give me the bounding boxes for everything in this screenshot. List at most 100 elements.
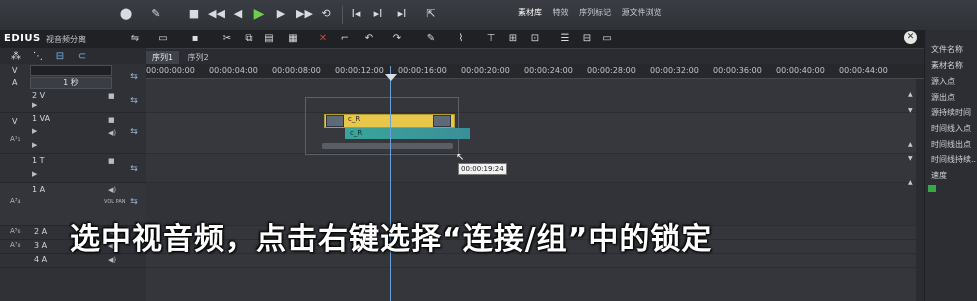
playhead-handle-icon[interactable] — [385, 74, 397, 81]
ruler-tick: 00:00:28:00 — [587, 66, 636, 75]
ruler-tick: 00:00:12:00 — [335, 66, 384, 75]
info-timeline-out: 时间线出点 — [931, 140, 971, 149]
ripple-icon[interactable]: ⌇ — [455, 32, 467, 46]
a-side-label: A¹₁ — [10, 135, 21, 143]
export-icon[interactable]: ⇱ — [423, 6, 439, 22]
swap-icon[interactable]: ⇆ — [127, 127, 141, 137]
next-frame-icon[interactable]: ▶ — [273, 6, 289, 22]
playhead-line[interactable] — [390, 66, 391, 301]
expand-icon[interactable]: ▶ — [32, 141, 37, 149]
clip-info-panel: 文件名称 素材名称 源入点 源出点 源持续时间 时间线入点 时间线出点 时间线持… — [924, 30, 977, 301]
drag-ghost — [322, 143, 453, 149]
undo-icon[interactable]: ↶ — [363, 32, 375, 46]
speaker-icon[interactable]: ◀) — [108, 129, 116, 137]
track-header-1va[interactable]: V 1 VA A¹₁ ▶ ▶ ■ ◀) ⇆ — [0, 113, 146, 154]
play-icon[interactable]: ▶ — [251, 6, 267, 22]
ruler-tick: 00:00:00:00 — [146, 66, 195, 75]
track-header-2v[interactable]: 2 V ▶ ■ ⇆ — [0, 90, 146, 113]
scroll-up-icon[interactable]: ▲ — [908, 141, 913, 148]
fast-forward-icon[interactable]: ▶▶ — [296, 6, 313, 22]
v-side-label: V — [12, 117, 18, 126]
rewind-icon[interactable]: ◀◀ — [208, 6, 225, 22]
track-label: 1 A — [32, 185, 46, 194]
expand-icon[interactable]: ▶ — [32, 170, 37, 178]
timescale-select[interactable]: 1 秒 — [30, 77, 112, 89]
close-icon[interactable]: ✕ — [904, 31, 917, 44]
link-mode-icon[interactable]: ⊟ — [54, 50, 66, 64]
pen-tool-icon[interactable]: ✎ — [425, 32, 437, 46]
insert-icon[interactable]: ▸I — [394, 6, 410, 22]
scroll-up-icon[interactable]: ▲ — [908, 179, 913, 186]
expand-icon[interactable]: ▶ — [32, 127, 37, 135]
redo-icon[interactable]: ↷ — [391, 32, 403, 46]
copy-icon[interactable]: ⧉ — [243, 32, 255, 46]
visibility-icon[interactable]: ■ — [108, 157, 115, 165]
audio-clip[interactable] — [345, 128, 470, 139]
tab-source-browser[interactable]: 源文件浏览 — [622, 8, 662, 17]
expand-icon[interactable]: ▶ — [32, 101, 37, 109]
scroll-up-icon[interactable]: ▲ — [908, 91, 913, 98]
app-title: EDIUS — [4, 33, 41, 44]
vertical-scrollbar[interactable]: ▲ ▼ ▲ ▼ ▲ — [908, 79, 916, 301]
speaker-icon[interactable]: ◀) — [108, 186, 116, 194]
a-channel-label: A — [12, 78, 18, 87]
set-in-icon[interactable]: I◂ — [348, 6, 364, 22]
delete-icon[interactable]: ✕ — [317, 32, 329, 46]
tab-effects[interactable]: 特效 — [553, 8, 569, 17]
marker-icon[interactable]: ⬤ — [118, 6, 134, 22]
swap-icon[interactable]: ⇆ — [127, 197, 141, 207]
set-out-icon[interactable]: ▸I — [370, 6, 386, 22]
pen-icon[interactable]: ✎ — [148, 6, 164, 22]
window-subtitle: 视音频分离 — [46, 35, 86, 44]
lane-1t[interactable] — [146, 154, 916, 183]
prev-frame-icon[interactable]: ◀ — [230, 6, 246, 22]
cut-icon[interactable]: ✂ — [221, 32, 233, 46]
tab-bin[interactable]: 素材库 — [518, 8, 542, 17]
info-clip-name: 素材名称 — [931, 61, 963, 70]
status-indicator — [928, 185, 936, 192]
open-folder-icon[interactable]: ▭ — [157, 32, 169, 46]
clip-settings-icon[interactable]: ⊡ — [529, 32, 541, 46]
track-label: 2 V — [32, 91, 46, 100]
trim-icon[interactable]: ⊤ — [485, 32, 497, 46]
render-icon[interactable]: ▭ — [601, 32, 613, 46]
visibility-icon[interactable]: ■ — [108, 92, 115, 100]
info-timeline-in: 时间线入点 — [931, 124, 971, 133]
group-mode-icon[interactable]: ⊂ — [76, 50, 88, 64]
ruler-tick: 00:00:24:00 — [524, 66, 573, 75]
save-icon[interactable]: ▪ — [189, 32, 201, 46]
bracket-icon[interactable]: ⌐ — [339, 32, 351, 46]
ruler-tick: 00:00:36:00 — [713, 66, 762, 75]
sync-icon[interactable]: ⁂ — [10, 50, 22, 64]
mode-icon[interactable]: ⇋ — [129, 32, 141, 46]
track-header-1t[interactable]: 1 T ▶ ■ ⇆ — [0, 154, 146, 183]
swap-icon[interactable]: ⇆ — [127, 164, 141, 174]
snap-icon[interactable]: ⋱ — [32, 50, 44, 64]
paste-insert-icon[interactable]: ▦ — [287, 32, 299, 46]
timeline-area[interactable] — [146, 79, 916, 301]
scroll-down-icon[interactable]: ▼ — [908, 155, 913, 162]
ruler-tick: 00:00:08:00 — [272, 66, 321, 75]
stop-icon[interactable]: ■ — [186, 6, 202, 22]
tab-sequence-2[interactable]: 序列2 — [182, 51, 215, 64]
track-label: 3 A — [34, 241, 48, 250]
tab-sequence-1[interactable]: 序列1 — [146, 51, 180, 64]
swap-icon[interactable]: ⇆ — [127, 72, 141, 82]
lane-1va[interactable] — [146, 113, 916, 154]
audio-mixer-icon[interactable]: ⊟ — [581, 32, 593, 46]
ruler-tick: 00:00:40:00 — [776, 66, 825, 75]
scroll-down-icon[interactable]: ▼ — [908, 107, 913, 114]
snapshot-icon[interactable]: ⊞ — [507, 32, 519, 46]
clip-thumbnail-out — [433, 115, 451, 127]
channel-map-box[interactable] — [30, 65, 112, 76]
time-ruler[interactable]: 00:00:00:00 00:00:04:00 00:00:08:00 00:0… — [146, 64, 924, 79]
visibility-icon[interactable]: ■ — [108, 116, 115, 124]
waveform-icon[interactable]: ☰ — [559, 32, 571, 46]
track-label: 1 T — [32, 156, 45, 165]
tab-sequence-markers[interactable]: 序列标记 — [579, 8, 611, 17]
lane-2v[interactable] — [146, 90, 916, 113]
paste-icon[interactable]: ▤ — [263, 32, 275, 46]
loop-icon[interactable]: ⟲ — [318, 6, 334, 22]
audio-clip-label: c_R — [350, 129, 363, 137]
swap-icon[interactable]: ⇆ — [127, 96, 141, 106]
